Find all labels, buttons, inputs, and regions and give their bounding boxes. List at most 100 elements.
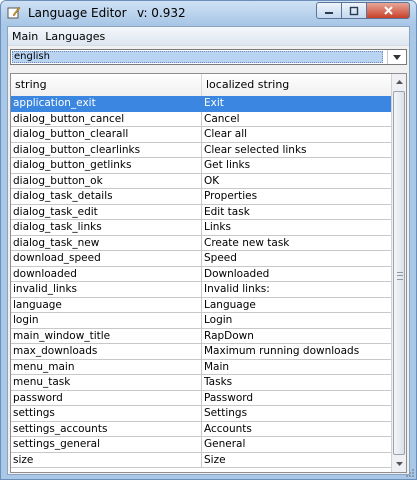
localized-string-cell[interactable]: RapDown xyxy=(202,329,392,344)
language-select-value: english xyxy=(12,51,383,63)
localized-string-cell[interactable]: Size xyxy=(202,453,392,468)
localized-string-cell[interactable]: Invalid links: xyxy=(202,282,392,298)
dropdown-button[interactable] xyxy=(387,50,406,64)
minimize-button[interactable] xyxy=(316,2,342,19)
localized-string-cell[interactable]: Create new task xyxy=(202,236,392,251)
string-key-cell[interactable]: dialog_button_ok xyxy=(11,173,202,189)
menu-languages[interactable]: Languages xyxy=(41,30,108,43)
string-key-cell[interactable]: dialog_task_edit xyxy=(11,204,202,220)
table-row[interactable]: menu_task Tasks xyxy=(11,375,392,391)
close-icon xyxy=(383,6,393,15)
string-key-cell[interactable]: invalid_links xyxy=(11,282,202,298)
client-area: Main Languages english string localized … xyxy=(7,26,410,475)
table-row[interactable]: size Size xyxy=(11,452,392,468)
table-row[interactable]: settings_accounts Accounts xyxy=(11,421,392,437)
table-row[interactable]: dialog_button_getlinks Get links xyxy=(11,158,392,174)
maximize-icon xyxy=(349,6,359,15)
maximize-button[interactable] xyxy=(342,2,367,19)
table-row[interactable]: dialog_button_clearall Clear all xyxy=(11,127,392,143)
string-key-cell[interactable]: application_exit xyxy=(11,96,202,112)
table-row[interactable]: settings Settings xyxy=(11,406,392,422)
table-row[interactable]: menu_main Main xyxy=(11,359,392,375)
table-row[interactable]: application_exit Exit xyxy=(11,96,392,112)
vertical-scrollbar[interactable] xyxy=(391,74,406,472)
localized-string-cell[interactable]: Login xyxy=(202,313,392,329)
column-header-localized[interactable]: localized string xyxy=(202,74,392,96)
arrow-up-icon xyxy=(395,80,403,84)
table-row[interactable]: main_window_title RapDown xyxy=(11,328,392,344)
resize-grip-icon[interactable] xyxy=(403,466,415,478)
window-title: Language Editor xyxy=(28,6,127,20)
string-key-cell[interactable]: menu_task xyxy=(11,375,202,391)
string-key-cell[interactable]: max_downloads xyxy=(11,344,202,360)
string-key-cell[interactable]: main_window_title xyxy=(11,328,202,344)
table-row[interactable]: dialog_button_cancel Cancel xyxy=(11,111,392,127)
localized-string-cell[interactable]: Clear all xyxy=(202,127,392,143)
localized-string-cell[interactable]: Main xyxy=(202,360,392,375)
table-row[interactable]: invalid_links Invalid links: xyxy=(11,282,392,298)
localized-string-cell[interactable]: General xyxy=(202,437,392,453)
table-row[interactable]: login Login xyxy=(11,313,392,329)
localized-string-cell[interactable]: Edit task xyxy=(202,205,392,220)
string-key-cell[interactable]: size xyxy=(11,452,202,468)
string-key-cell[interactable]: dialog_button_clearall xyxy=(11,127,202,143)
string-key-cell[interactable]: dialog_task_links xyxy=(11,220,202,236)
localized-string-cell[interactable]: Speed xyxy=(202,251,392,267)
close-button[interactable] xyxy=(367,2,410,19)
string-key-cell[interactable]: menu_main xyxy=(11,359,202,375)
localized-string-cell[interactable]: Maximum running downloads xyxy=(202,344,392,360)
table-row[interactable]: dialog_button_clearlinks Clear selected l… xyxy=(11,142,392,158)
column-header-string[interactable]: string xyxy=(11,74,202,96)
table-header: string localized string xyxy=(11,74,392,97)
table-row[interactable]: dialog_task_edit Edit task xyxy=(11,204,392,220)
localized-string-cell[interactable]: Accounts xyxy=(202,422,392,437)
menu-bar: Main Languages xyxy=(8,27,409,46)
string-key-cell[interactable]: dialog_button_getlinks xyxy=(11,158,202,174)
table-row[interactable]: max_downloads Maximum running downloads xyxy=(11,344,392,360)
app-window: Language Editor v: 0.932 Main Languages … xyxy=(0,0,417,480)
scroll-up-button[interactable] xyxy=(392,74,406,90)
table-row[interactable]: download_speed Speed xyxy=(11,251,392,267)
table-row[interactable]: dialog_button_ok OK xyxy=(11,173,392,189)
localized-string-cell[interactable]: Get links xyxy=(202,158,392,174)
table-row[interactable]: password Password xyxy=(11,390,392,406)
localized-string-cell[interactable]: Tasks xyxy=(202,375,392,391)
localized-string-cell[interactable]: Language xyxy=(202,298,392,313)
table-body: application_exit Exit dialog_button_cancel… xyxy=(11,96,392,468)
localized-string-cell[interactable]: OK xyxy=(202,174,392,189)
string-key-cell[interactable]: login xyxy=(11,313,202,329)
string-key-cell[interactable]: settings xyxy=(11,406,202,422)
string-key-cell[interactable]: downloaded xyxy=(11,266,202,282)
string-key-cell[interactable]: dialog_task_details xyxy=(11,189,202,205)
string-key-cell[interactable]: language xyxy=(11,297,202,313)
table-row[interactable]: settings_general General xyxy=(11,437,392,453)
localized-string-cell[interactable]: Clear selected links xyxy=(202,143,392,158)
strings-table: string localized string application_exit… xyxy=(10,73,407,473)
localized-string-cell[interactable]: Password xyxy=(202,391,392,406)
string-key-cell[interactable]: dialog_task_new xyxy=(11,235,202,251)
menu-main[interactable]: Main xyxy=(8,30,41,43)
localized-string-cell[interactable]: Properties xyxy=(202,189,392,205)
table-row[interactable]: language Language xyxy=(11,297,392,313)
string-key-cell[interactable]: dialog_button_cancel xyxy=(11,111,202,127)
version-label: v: 0.932 xyxy=(137,6,186,20)
table-row[interactable]: dialog_task_new Create new task xyxy=(11,235,392,251)
localized-string-cell[interactable]: Links xyxy=(202,220,392,236)
localized-string-cell[interactable]: Settings xyxy=(202,406,392,422)
string-key-cell[interactable]: password xyxy=(11,390,202,406)
table-row[interactable]: dialog_task_details Properties xyxy=(11,189,392,205)
localized-string-cell[interactable]: Exit xyxy=(202,96,392,112)
scrollbar-thumb[interactable] xyxy=(393,91,405,455)
string-key-cell[interactable]: settings_general xyxy=(11,437,202,453)
table-row[interactable]: dialog_task_links Links xyxy=(11,220,392,236)
language-select[interactable]: english xyxy=(10,49,407,65)
table-row[interactable]: downloaded Downloaded xyxy=(11,266,392,282)
title-bar[interactable]: Language Editor v: 0.932 xyxy=(1,1,416,25)
arrow-down-icon xyxy=(395,462,403,466)
localized-string-cell[interactable]: Cancel xyxy=(202,112,392,127)
app-icon xyxy=(7,6,21,20)
localized-string-cell[interactable]: Downloaded xyxy=(202,267,392,282)
string-key-cell[interactable]: settings_accounts xyxy=(11,421,202,437)
string-key-cell[interactable]: dialog_button_clearlinks xyxy=(11,142,202,158)
string-key-cell[interactable]: download_speed xyxy=(11,251,202,267)
